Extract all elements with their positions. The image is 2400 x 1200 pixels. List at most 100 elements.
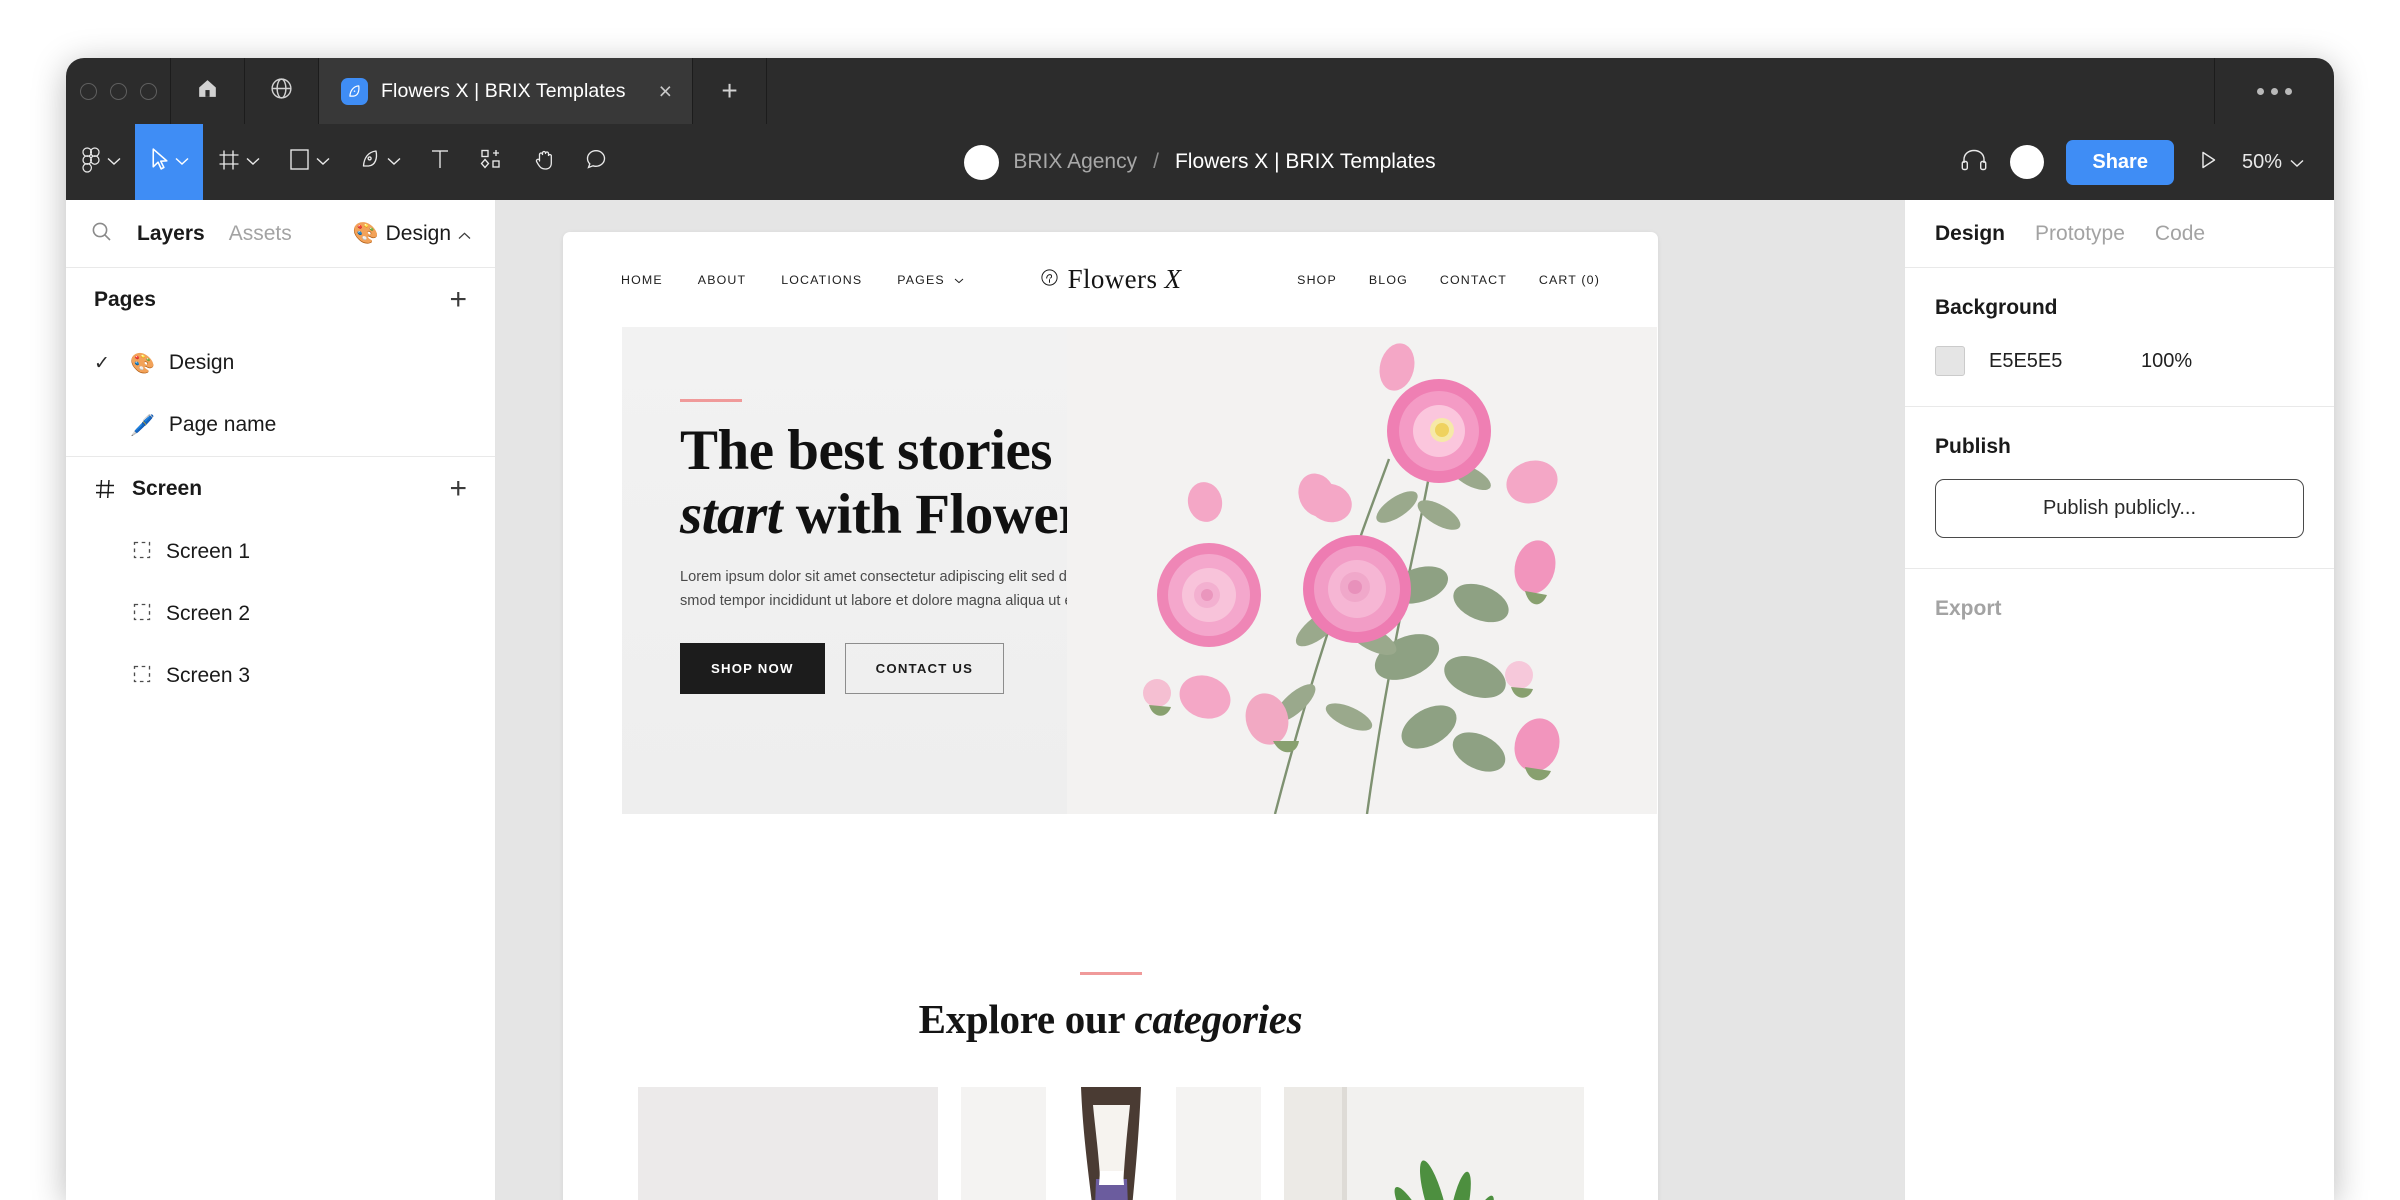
zoom-level-dropdown[interactable]: 50% bbox=[2242, 151, 2304, 174]
background-hex-value[interactable]: E5E5E5 bbox=[1989, 350, 2117, 373]
categories-accent-rule bbox=[1079, 972, 1142, 975]
nav-link-pages-label: PAGES bbox=[897, 272, 945, 287]
rectangle-icon bbox=[288, 147, 311, 177]
chevron-down-icon bbox=[2290, 151, 2304, 174]
page-item-page-name[interactable]: 🖊️ Page name bbox=[66, 394, 495, 456]
tab-layers[interactable]: Layers bbox=[137, 222, 205, 246]
palette-emoji-icon: 🎨 bbox=[130, 352, 155, 375]
rose-circle-icon bbox=[1040, 268, 1059, 292]
browser-overflow-menu-button[interactable] bbox=[2214, 58, 2334, 124]
frame-dashed-icon bbox=[132, 540, 152, 565]
page-item-label: Page name bbox=[168, 413, 277, 436]
hero-section: The best stories start with Flowers Lore… bbox=[622, 327, 1657, 814]
checkmark-icon: ✓ bbox=[94, 352, 110, 374]
file-name[interactable]: Flowers X | BRIX Templates bbox=[1175, 150, 1436, 174]
maximize-window-button[interactable] bbox=[139, 82, 157, 100]
home-button[interactable] bbox=[171, 58, 245, 124]
globe-icon bbox=[269, 76, 294, 106]
nav-link-locations[interactable]: LOCATIONS bbox=[781, 273, 862, 287]
explore-button[interactable] bbox=[245, 58, 319, 124]
breadcrumb-separator: / bbox=[1153, 150, 1159, 173]
tab-assets[interactable]: Assets bbox=[229, 222, 292, 246]
nav-link-blog[interactable]: BLOG bbox=[1369, 273, 1408, 287]
background-color-row: E5E5E5 100% bbox=[1935, 346, 2304, 376]
shape-tool-button[interactable] bbox=[274, 124, 344, 200]
artboard-screen-1[interactable]: HOME ABOUT LOCATIONS PAGES Flowers X SHO… bbox=[563, 232, 1658, 1200]
layer-item-screen-2[interactable]: Screen 2 bbox=[66, 583, 495, 645]
page-switcher[interactable]: 🎨 Design bbox=[352, 222, 471, 246]
nav-link-contact[interactable]: CONTACT bbox=[1440, 273, 1507, 287]
layer-item-label: Screen 3 bbox=[166, 664, 251, 687]
tab-design[interactable]: Design bbox=[1935, 222, 2005, 246]
hand-tool-button[interactable] bbox=[518, 124, 570, 200]
category-card-florist[interactable] bbox=[960, 1086, 1261, 1200]
user-avatar[interactable] bbox=[2010, 145, 2045, 179]
left-sidebar: Layers Assets 🎨 Design Pages + ✓ 🎨 Desig… bbox=[66, 200, 496, 1200]
nav-link-home[interactable]: HOME bbox=[621, 273, 663, 287]
frame-dashed-icon bbox=[132, 602, 152, 627]
share-button[interactable]: Share bbox=[2066, 139, 2174, 185]
categories-card-grid bbox=[563, 1086, 1658, 1200]
layers-section-header: Screen + bbox=[66, 457, 495, 521]
frame-icon bbox=[217, 148, 241, 177]
minimize-window-button[interactable] bbox=[109, 82, 127, 100]
team-name[interactable]: BRIX Agency bbox=[1013, 150, 1137, 174]
shop-now-button[interactable]: SHOP NOW bbox=[680, 642, 825, 694]
publish-section: Publish Publish publicly... bbox=[1905, 407, 2334, 569]
add-page-button[interactable]: + bbox=[449, 285, 467, 315]
category-card-plants[interactable] bbox=[1283, 1086, 1584, 1200]
tab-close-icon[interactable]: × bbox=[659, 79, 672, 103]
components-icon bbox=[479, 147, 504, 177]
nav-link-cart[interactable]: CART (0) bbox=[1539, 273, 1600, 287]
close-window-button[interactable] bbox=[79, 82, 97, 100]
workspace: Layers Assets 🎨 Design Pages + ✓ 🎨 Desig… bbox=[66, 200, 2334, 1200]
site-nav-right: SHOP BLOG CONTACT CART (0) bbox=[1297, 273, 1600, 287]
layer-item-screen-3[interactable]: Screen 3 bbox=[66, 645, 495, 707]
home-icon bbox=[195, 76, 220, 106]
hand-icon bbox=[532, 147, 556, 177]
chevron-down-icon bbox=[316, 153, 330, 171]
contact-us-button[interactable]: CONTACT US bbox=[844, 642, 1005, 694]
new-tab-button[interactable]: + bbox=[693, 58, 768, 124]
frame-tool-button[interactable] bbox=[203, 124, 274, 200]
headphones-icon[interactable] bbox=[1960, 147, 1988, 178]
background-opacity-value[interactable]: 100% bbox=[2141, 350, 2192, 373]
categories-title-plain: Explore our bbox=[918, 995, 1135, 1042]
browser-tab-active[interactable]: Flowers X | BRIX Templates × bbox=[319, 58, 694, 124]
publish-title: Publish bbox=[1935, 435, 2011, 458]
move-tool-button[interactable] bbox=[135, 124, 203, 200]
page-item-design[interactable]: ✓ 🎨 Design bbox=[66, 332, 495, 394]
text-tool-button[interactable] bbox=[415, 124, 465, 200]
plus-icon: + bbox=[721, 75, 738, 106]
layer-item-label: Screen 2 bbox=[166, 602, 251, 625]
hero-title-line-2-rest: with Flowers bbox=[782, 482, 1106, 546]
nav-link-about[interactable]: ABOUT bbox=[698, 273, 746, 287]
background-color-swatch[interactable] bbox=[1935, 346, 1965, 376]
tab-prototype[interactable]: Prototype bbox=[2035, 222, 2125, 246]
frame-dashed-icon bbox=[132, 664, 152, 689]
chevron-down-icon bbox=[246, 153, 260, 171]
site-logo-text: Flowers X bbox=[1067, 264, 1182, 294]
publish-publicly-button[interactable]: Publish publicly... bbox=[1935, 479, 2304, 538]
play-triangle-icon[interactable] bbox=[2196, 148, 2220, 177]
design-canvas[interactable]: HOME ABOUT LOCATIONS PAGES Flowers X SHO… bbox=[496, 200, 1904, 1200]
nav-link-shop[interactable]: SHOP bbox=[1297, 273, 1337, 287]
right-sidebar-tabs: Design Prototype Code bbox=[1905, 200, 2334, 268]
pen-tool-button[interactable] bbox=[344, 124, 415, 200]
components-tool-button[interactable] bbox=[465, 124, 518, 200]
chevron-down-icon bbox=[175, 153, 189, 171]
comment-tool-button[interactable] bbox=[570, 124, 622, 200]
zoom-level-value: 50% bbox=[2241, 150, 2282, 173]
add-layer-button[interactable]: + bbox=[449, 474, 467, 504]
category-card-flowers[interactable] bbox=[637, 1086, 938, 1200]
nav-link-pages[interactable]: PAGES bbox=[897, 273, 964, 287]
text-t-icon bbox=[429, 147, 451, 177]
search-icon[interactable] bbox=[90, 220, 113, 248]
tab-code[interactable]: Code bbox=[2155, 222, 2205, 246]
toolbar-actions: Share 50% bbox=[1960, 124, 2334, 200]
hero-title-line-1: The best stories bbox=[680, 418, 1052, 482]
hero-flowers-image bbox=[1067, 327, 1657, 814]
figma-menu-button[interactable] bbox=[66, 124, 135, 200]
layer-item-screen-1[interactable]: Screen 1 bbox=[66, 521, 495, 583]
hero-title-italic-word: start bbox=[680, 482, 783, 546]
